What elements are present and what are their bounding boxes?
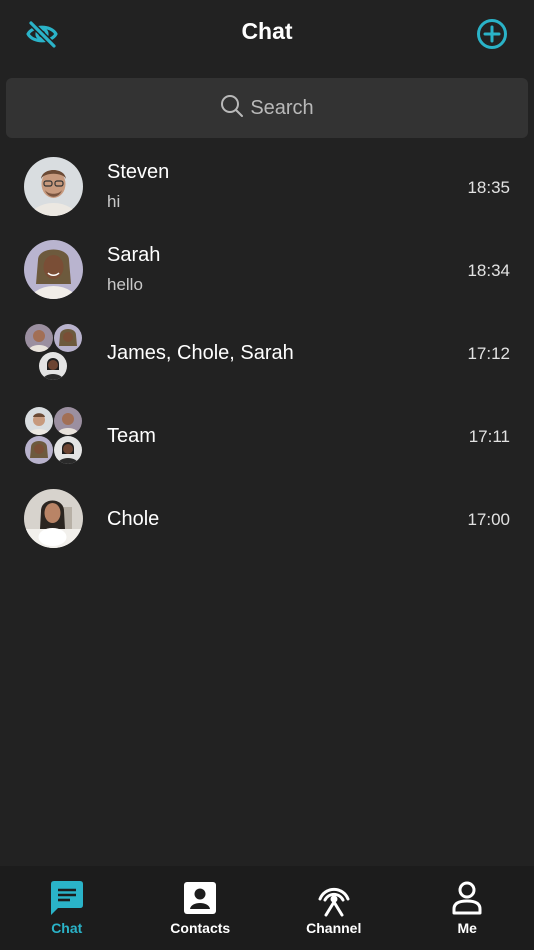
conversation-time: 17:11 [468, 427, 510, 446]
bottom-tab-bar: Chat Contacts Channel Me [0, 866, 534, 950]
add-circle-icon[interactable] [474, 16, 510, 52]
tab-label: Channel [306, 920, 362, 936]
conversation-row[interactable]: Team 17:11 [0, 394, 534, 477]
search-bar[interactable]: Search [6, 78, 528, 138]
conversation-row[interactable]: Chole 17:00 [0, 477, 534, 560]
tab-me[interactable]: Me [401, 866, 534, 950]
avatar [24, 435, 54, 465]
avatar [24, 157, 83, 216]
conversation-time: 17:12 [467, 344, 510, 363]
conversation-name: Steven [107, 161, 170, 183]
tab-label: Chat [51, 920, 83, 936]
tab-label: Contacts [170, 920, 231, 936]
conversation-preview: hi [107, 192, 121, 211]
conversation-name: Chole [107, 508, 160, 530]
conversation-row[interactable]: Steven hi 18:35 [0, 145, 534, 228]
avatar [24, 489, 83, 548]
group-avatar [24, 406, 83, 465]
page-title: Chat [241, 18, 293, 44]
top-bar: Chat [0, 0, 534, 70]
avatar [53, 323, 83, 353]
avatar [24, 406, 54, 436]
avatar [53, 406, 83, 436]
avatar [24, 323, 54, 353]
group-avatar [24, 323, 83, 382]
avatar [53, 435, 83, 465]
conversation-preview: hello [107, 275, 143, 294]
conversation-time: 18:35 [467, 178, 510, 197]
avatar [38, 351, 68, 381]
person-icon [447, 878, 487, 918]
tab-channel[interactable]: Channel [267, 866, 401, 950]
tab-contacts[interactable]: Contacts [134, 866, 268, 950]
conversation-list: Steven hi 18:35 Sarah hello 18:34 James,… [0, 145, 534, 560]
tab-chat[interactable]: Chat [0, 866, 134, 950]
conversation-row[interactable]: James, Chole, Sarah 17:12 [0, 311, 534, 394]
conversation-name: Team [107, 425, 156, 447]
conversation-time: 17:00 [467, 510, 510, 529]
search-placeholder: Search [250, 96, 314, 119]
conversation-name: James, Chole, Sarah [107, 342, 294, 364]
contact-card-icon [180, 878, 220, 918]
chat-bubble-icon [47, 878, 87, 918]
search-icon [220, 94, 244, 123]
conversation-row[interactable]: Sarah hello 18:34 [0, 228, 534, 311]
tab-label: Me [457, 920, 477, 936]
conversation-time: 18:34 [467, 261, 510, 280]
avatar [24, 240, 83, 299]
conversation-name: Sarah [107, 244, 161, 266]
broadcast-tower-icon [314, 878, 354, 918]
